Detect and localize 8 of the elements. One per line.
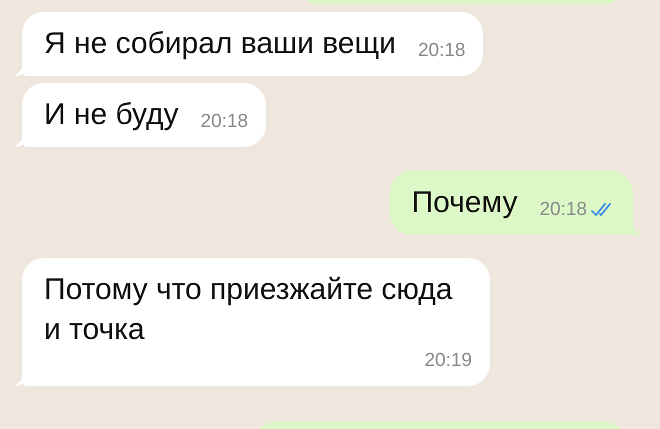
message-time: 20:18 xyxy=(418,40,466,62)
message-text: Потому что приезжайте сюда и точка xyxy=(44,272,454,348)
message-text: Почему xyxy=(412,185,518,221)
message-time: 20:18 xyxy=(200,111,248,133)
message-time: 20:19 xyxy=(424,350,472,372)
message-text: И не буду xyxy=(44,97,179,133)
message-text: Я не собирал ваши вещи xyxy=(44,26,396,62)
message-time: 20:18 xyxy=(539,199,587,221)
